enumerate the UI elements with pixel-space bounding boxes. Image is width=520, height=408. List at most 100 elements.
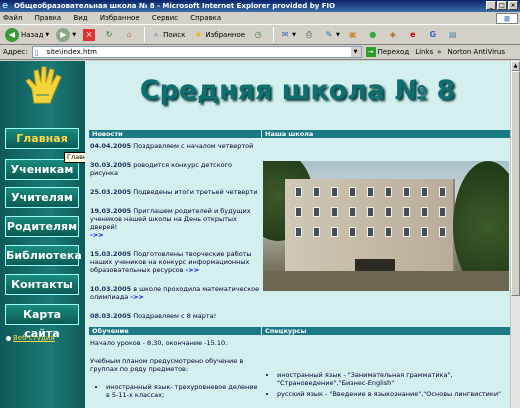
chevron-down-icon: ▼ xyxy=(292,31,296,38)
menu-bar: Файл Правка Вид Избранное Сервис Справка xyxy=(0,12,520,25)
window-titlebar[interactable]: e Общеобразовательная школа № 8 - Micros… xyxy=(0,0,520,12)
search-icon: ⌕ xyxy=(153,29,159,39)
search-button[interactable]: ⌕ Поиск xyxy=(148,27,187,43)
star-icon: ★ xyxy=(194,29,202,39)
extra-icon: ▤ xyxy=(449,29,457,39)
chevron-down-icon: ▼ xyxy=(45,31,50,38)
nav-library[interactable]: Библиотека xyxy=(5,245,82,266)
menu-tools[interactable]: Сервис xyxy=(152,14,178,22)
web-studio-link[interactable]: Веб-студия xyxy=(6,334,55,342)
forward-button[interactable]: ▶ ▼ xyxy=(54,27,78,43)
links-button[interactable]: Links xyxy=(415,48,433,56)
go-button[interactable]: → Переход xyxy=(365,47,409,57)
menu-favorites[interactable]: Избранное xyxy=(100,14,140,22)
minimize-button[interactable]: _ xyxy=(486,1,496,10)
home-icon: ⌂ xyxy=(126,29,132,39)
news-item: 19.03.2005 Приглашем родителей и будущих… xyxy=(90,207,260,239)
more-link[interactable]: ->> xyxy=(90,231,104,239)
school-photo xyxy=(263,161,509,291)
page-title: Средняя школа № 8 xyxy=(139,75,456,106)
extra-button[interactable]: ▤ xyxy=(445,27,462,43)
news-header: Новости xyxy=(89,130,261,138)
back-button[interactable]: ◀ Назад ▼ xyxy=(3,27,51,43)
messenger-icon: ● xyxy=(369,29,377,39)
news-text: Поздравляем с началом четвертой xyxy=(131,142,254,150)
back-label: Назад xyxy=(21,30,44,39)
page-icon: ▯ xyxy=(34,49,39,57)
menu-view[interactable]: Вид xyxy=(73,14,87,22)
school-header: Наша школа xyxy=(262,130,510,138)
forward-arrow-icon: ▶ xyxy=(56,27,71,42)
nav-parents[interactable]: Родителям xyxy=(5,216,79,237)
address-value: site\index.htm xyxy=(46,48,97,56)
education-list: иностранный язык- трехуровневое деление … xyxy=(90,383,260,399)
news-date: 30.03.2005 xyxy=(90,161,132,169)
address-bar: Адрес: ▯ site\index.htm ▼ → Переход Link… xyxy=(0,45,520,60)
sidebar: Главная Ученикам Учителям Родителям Библ… xyxy=(0,61,85,408)
main-area: Средняя школа № 8 Новости Наша школа 04.… xyxy=(85,61,510,408)
menu-help[interactable]: Справка xyxy=(190,14,221,22)
menu-edit[interactable]: Правка xyxy=(35,14,62,22)
mail-icon: ✉ xyxy=(281,29,289,39)
discuss-icon: ▣ xyxy=(349,29,357,39)
nav-contacts[interactable]: Контакты xyxy=(5,274,79,295)
groups-intro: Учебным планом предусмотрено обучение в … xyxy=(90,357,244,373)
maximize-button[interactable]: □ xyxy=(497,1,507,10)
list-item: русский язык - "Введение в языкознание",… xyxy=(277,390,503,398)
window-controls: _ □ × xyxy=(486,1,518,10)
vertical-scrollbar[interactable]: ▲ xyxy=(510,61,520,408)
chevron-down-icon[interactable]: ▼ xyxy=(350,47,361,57)
education-text: Начало уроков - 8.30, окончание -15.10. … xyxy=(90,339,260,399)
hand-logo-icon xyxy=(25,66,62,104)
discuss-button[interactable]: ▣ xyxy=(345,27,362,43)
more-link[interactable]: ->> xyxy=(130,293,144,301)
favorites-button[interactable]: ★ Избранное xyxy=(190,27,247,43)
web-studio-label: Веб-студия xyxy=(13,334,55,342)
nav-sitemap[interactable]: Карта сайта xyxy=(5,304,79,340)
news-date: 10.03.2005 xyxy=(90,285,132,293)
news-item: 25.03.2005 Подведены итоги третьей четве… xyxy=(90,188,260,196)
education-header: Обучение xyxy=(89,327,261,335)
nav-teachers[interactable]: Учителям xyxy=(5,187,79,208)
news-date: 15.03.2005 xyxy=(90,250,132,258)
print-button[interactable]: ⎙ xyxy=(301,27,318,43)
ie-logo-icon: e xyxy=(2,1,9,11)
page-content: Главная Ученикам Учителям Родителям Библ… xyxy=(0,61,510,408)
research-button[interactable]: ◈ xyxy=(385,27,402,43)
stop-button[interactable]: × xyxy=(81,27,98,43)
search-label: Поиск xyxy=(163,30,186,39)
chevron-right-icon[interactable]: » xyxy=(437,48,441,56)
home-button[interactable]: ⌂ xyxy=(121,27,138,43)
print-icon: ⎙ xyxy=(305,29,313,39)
refresh-button[interactable]: ↻ xyxy=(101,27,118,43)
windows-logo-icon: ⊞ xyxy=(496,13,518,24)
mail-button[interactable]: ✉ ▼ xyxy=(277,27,298,43)
ebay-button[interactable]: e xyxy=(405,27,422,43)
history-button[interactable]: ◷ xyxy=(250,27,267,43)
ebay-icon: e xyxy=(410,29,416,39)
edit-icon: ✎ xyxy=(325,29,333,39)
address-input[interactable]: ▯ site\index.htm ▼ xyxy=(31,46,362,58)
history-icon: ◷ xyxy=(254,29,262,39)
toolbar-separator xyxy=(144,27,146,42)
chevron-down-icon: ▼ xyxy=(335,31,340,38)
edit-button[interactable]: ✎ ▼ xyxy=(321,27,342,43)
news-date: 04.04.2005 xyxy=(90,142,132,150)
news-item: 15.03.2005 Подготовлены творческие работ… xyxy=(90,250,260,274)
close-button[interactable]: × xyxy=(508,1,518,10)
scroll-up-button[interactable]: ▲ xyxy=(511,61,520,71)
lessons-time: Начало уроков - 8.30, окончание -15.10. xyxy=(90,339,228,347)
more-link[interactable]: ->> xyxy=(186,266,200,274)
nav-home[interactable]: Главная xyxy=(5,128,79,149)
menu-file[interactable]: Файл xyxy=(3,14,22,22)
favorites-label: Избранное xyxy=(205,30,246,39)
norton-antivirus-button[interactable]: Norton AntiVirus xyxy=(447,48,505,56)
window-title: Общеобразовательная школа № 8 - Microsof… xyxy=(14,2,336,10)
google-button[interactable]: G xyxy=(425,27,442,43)
news-item: 10.03.2005 в школе проходила математичес… xyxy=(90,285,260,301)
chevron-down-icon: ▼ xyxy=(72,31,77,38)
special-courses-header: Спецкурсы xyxy=(262,327,510,335)
special-courses-text: иностранный язык - "Занимательная грамма… xyxy=(263,371,503,401)
scroll-thumb[interactable] xyxy=(511,71,520,296)
messenger-button[interactable]: ● xyxy=(365,27,382,43)
